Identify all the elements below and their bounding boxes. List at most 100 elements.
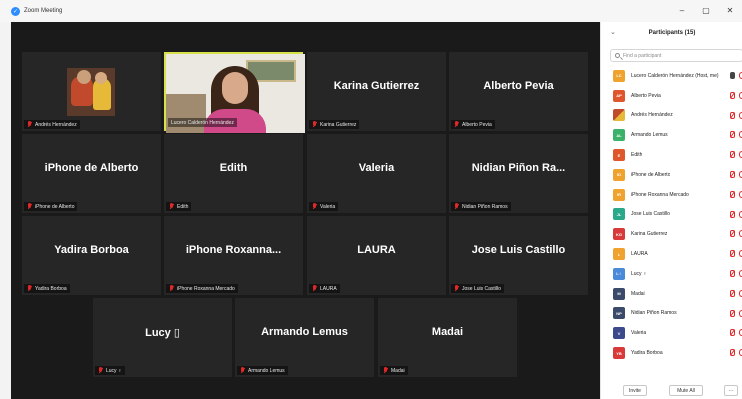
mic-muted-icon[interactable] — [729, 190, 735, 199]
video-tile[interactable]: Jose Luis Castillo Jose Luis Castillo — [449, 216, 588, 295]
avatar: IR — [613, 188, 625, 201]
tile-display-name: Yadira Borboa — [54, 244, 129, 256]
mic-muted-icon — [27, 121, 32, 128]
video-tile[interactable]: iPhone Roxanna... iPhone Roxanna Mercado — [164, 216, 303, 295]
video-tile[interactable]: Yadira Borboa Yadira Borboa — [22, 216, 161, 295]
video-tile[interactable]: LAURA LAURA — [307, 216, 446, 295]
participants-panel: ⌄ Participants (15) LC Lucero Calderón H… — [600, 22, 742, 399]
participant-name: Andrés Hernández — [631, 112, 673, 119]
participant-row[interactable]: JL Jose Luis Castillo — [601, 205, 742, 225]
tile-display-name: iPhone de Alberto — [44, 162, 139, 174]
maximize-button[interactable]: ▢ — [694, 0, 718, 22]
tile-display-name: Karina Gutierrez — [333, 80, 420, 92]
participant-name: Karina Gutierrez — [631, 231, 668, 238]
participant-row[interactable]: IR iPhone Roxanna Mercado — [601, 185, 742, 205]
participant-search-box — [610, 49, 742, 62]
video-tile[interactable]: Alberto Pevia Alberto Pevia — [449, 52, 588, 131]
mic-muted-icon[interactable] — [729, 289, 735, 298]
video-tile[interactable]: Karina Gutierrez Karina Gutierrez — [307, 52, 446, 131]
tile-display-name: Lucy ▯ — [145, 327, 180, 339]
tile-display-name: iPhone Roxanna... — [185, 244, 282, 256]
window-title: Zoom Meeting — [24, 8, 63, 14]
more-options-button[interactable]: ··· — [724, 385, 738, 396]
participant-photo — [67, 68, 115, 116]
mic-muted-icon — [312, 285, 317, 292]
participant-row[interactable]: ID iPhone de Alberto — [601, 165, 742, 185]
video-tile-active-speaker[interactable]: Lucero Calderón Hernández — [164, 52, 305, 133]
tile-name-label: Alberto Pevia — [451, 120, 495, 129]
tile-name-label: Lucy ♀ — [95, 366, 125, 375]
mic-muted-icon — [98, 367, 103, 374]
tile-name-label: Yadira Borboa — [24, 284, 70, 293]
video-tile[interactable]: Armando Lemus Armando Lemus — [235, 298, 374, 377]
mic-muted-icon — [312, 121, 317, 128]
participant-row[interactable]: E Edith — [601, 145, 742, 165]
minimize-button[interactable]: – — [670, 0, 694, 22]
participant-row[interactable]: V Valeria — [601, 323, 742, 343]
mic-muted-icon[interactable] — [729, 329, 735, 337]
video-tile[interactable]: Lucy ▯ Lucy ♀ — [93, 298, 232, 377]
tile-display-name: Alberto Pevia — [483, 80, 554, 92]
mic-muted-icon[interactable] — [729, 111, 735, 120]
mic-on-icon[interactable] — [729, 72, 735, 80]
video-tile[interactable]: Valeria Valeria — [307, 134, 446, 213]
tile-name-label: Lucero Calderón Hernández — [168, 118, 237, 127]
avatar: NP — [613, 307, 625, 320]
mic-muted-icon[interactable] — [729, 131, 735, 139]
avatar: L — [613, 248, 625, 261]
mic-muted-icon[interactable] — [729, 309, 735, 318]
video-tile[interactable]: Andrés Hernández — [22, 52, 161, 131]
mic-muted-icon — [169, 285, 174, 292]
tile-display-name: Nidian Piñon Ra... — [471, 162, 566, 174]
avatar: JL — [613, 208, 625, 221]
video-tile[interactable]: Edith Edith — [164, 134, 303, 213]
tile-display-name: Valeria — [358, 162, 395, 174]
participant-name: iPhone de Alberto — [631, 171, 671, 178]
mute-all-button[interactable]: Mute All — [669, 385, 703, 396]
participant-row[interactable]: AP Alberto Pevia — [601, 86, 742, 106]
tile-display-name: Edith — [219, 162, 248, 174]
participant-row[interactable]: L LAURA — [601, 244, 742, 264]
mic-muted-icon[interactable] — [729, 91, 735, 100]
close-button[interactable]: ✕ — [718, 0, 742, 22]
collapse-chevron-icon[interactable]: ⌄ — [610, 28, 616, 36]
mic-muted-icon[interactable] — [729, 210, 735, 219]
tile-name-label: Karina Gutierrez — [309, 120, 360, 129]
tile-display-name: Jose Luis Castillo — [471, 244, 566, 256]
participant-row[interactable]: KG Karina Gutierrez — [601, 224, 742, 244]
participant-row[interactable]: LC Lucero Calderón Hernández (Host, me) — [601, 66, 742, 86]
zoom-logo-icon: ✓ — [11, 6, 20, 16]
video-tile[interactable]: Nidian Piñon Ra... Nidian Piñon Ramos — [449, 134, 588, 213]
mic-muted-icon[interactable] — [729, 269, 735, 278]
participant-row[interactable]: YB Yadira Borboa — [601, 343, 742, 363]
search-icon — [615, 53, 620, 58]
video-tile[interactable]: Madai Madai — [378, 298, 517, 377]
participant-row[interactable]: Andrés Hernández — [601, 106, 742, 126]
mic-muted-icon[interactable] — [729, 230, 735, 238]
participant-row[interactable]: L♀ Lucy ♀ — [601, 264, 742, 284]
video-tile[interactable]: iPhone de Alberto iPhone de Alberto — [22, 134, 161, 213]
mic-muted-icon[interactable] — [729, 170, 735, 179]
participant-row[interactable]: NP Nidian Piñon Ramos — [601, 304, 742, 324]
avatar: LC — [613, 69, 625, 82]
invite-button[interactable]: Invite — [623, 385, 647, 396]
participant-row[interactable]: AL Armando Lemus — [601, 125, 742, 145]
tile-name-label: Nidian Piñon Ramos — [451, 202, 511, 211]
mic-muted-icon — [312, 203, 317, 210]
mic-muted-icon — [454, 121, 459, 128]
tile-display-name: Armando Lemus — [261, 326, 348, 338]
mic-muted-icon — [169, 203, 174, 210]
zoom-meeting-window: ✓ Zoom Meeting – ▢ ✕ Andrés Hernández Lu… — [0, 0, 742, 399]
avatar: AP — [613, 89, 625, 102]
mic-muted-icon[interactable] — [729, 151, 735, 159]
participant-row[interactable]: M Madai — [601, 284, 742, 304]
avatar: L♀ — [613, 267, 625, 280]
avatar: KG — [613, 228, 625, 241]
participant-search-input[interactable] — [623, 52, 733, 59]
mic-muted-icon[interactable] — [729, 349, 735, 357]
mic-muted-icon[interactable] — [729, 250, 735, 258]
participant-list: LC Lucero Calderón Hernández (Host, me) … — [601, 66, 742, 363]
tile-name-label: Andrés Hernández — [24, 120, 80, 129]
participant-name: LAURA — [631, 251, 648, 258]
avatar: E — [613, 149, 625, 162]
